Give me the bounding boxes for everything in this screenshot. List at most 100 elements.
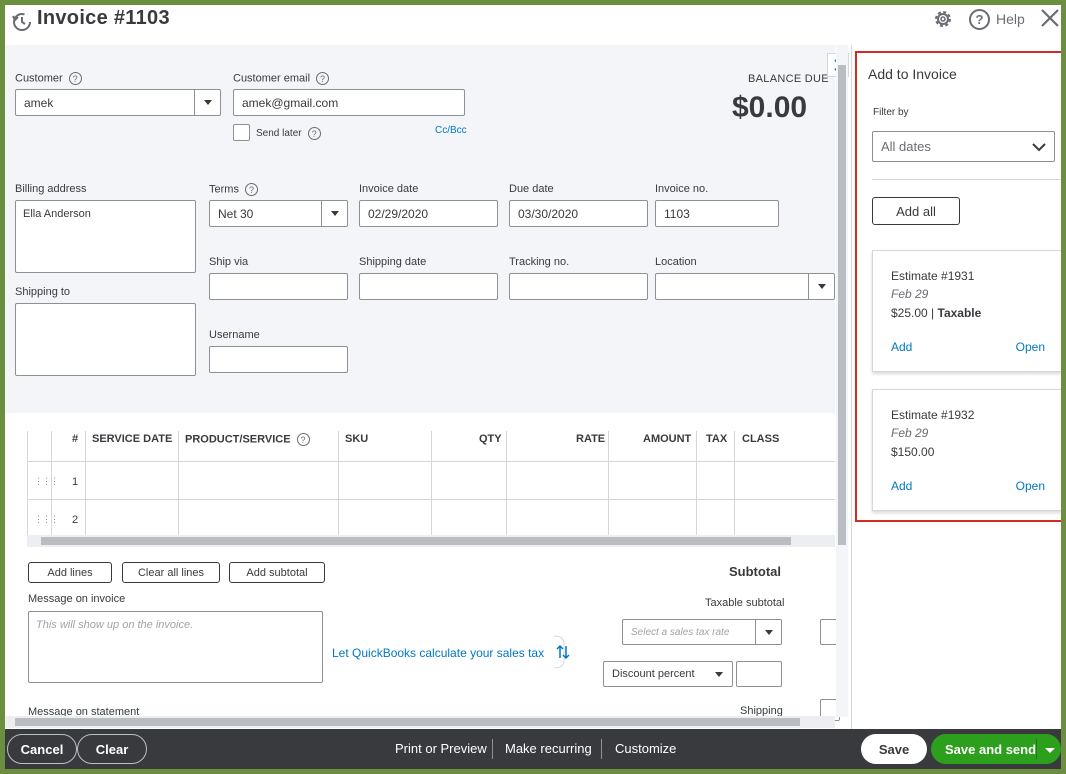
estimate-date: Feb 29: [891, 287, 929, 301]
message-on-invoice-field[interactable]: This will show up on the invoice.: [28, 611, 323, 683]
ship-via-field[interactable]: [209, 273, 348, 300]
subtotal-label: Subtotal: [729, 564, 781, 579]
column-divider: [506, 431, 507, 537]
chevron-down-icon[interactable]: [808, 274, 834, 299]
help-icon[interactable]: ?: [296, 433, 310, 446]
chevron-down-icon: [1032, 143, 1046, 152]
balance-due-label: BALANCE DUE: [748, 73, 829, 85]
chevron-down-icon[interactable]: [194, 90, 220, 115]
add-subtotal-button[interactable]: Add subtotal: [229, 562, 325, 583]
col-header-service-date: SERVICE DATE: [92, 433, 173, 445]
taxable-subtotal-label: Taxable subtotal: [705, 597, 785, 609]
open-estimate-link[interactable]: Open: [1016, 479, 1045, 493]
col-header-class: CLASS: [742, 433, 780, 445]
terms-value: Net 30: [218, 206, 254, 221]
cancel-button[interactable]: Cancel: [7, 734, 77, 764]
email-field[interactable]: amek@gmail.com: [233, 89, 465, 116]
scrollbar-thumb[interactable]: [41, 537, 791, 545]
help-icon: ?: [969, 8, 990, 30]
estimate-amount: $25.00 | Taxable: [891, 306, 982, 320]
customer-label: Customer?: [15, 72, 82, 85]
message-on-invoice-label: Message on invoice: [28, 593, 126, 605]
shipping-to-field[interactable]: [15, 303, 196, 376]
col-header-product-service: PRODUCT/SERVICE?: [185, 433, 310, 446]
customize-button[interactable]: Customize: [615, 741, 676, 756]
chevron-down-icon[interactable]: [706, 662, 732, 686]
billing-address-label: Billing address: [15, 183, 87, 195]
column-divider: [734, 431, 735, 537]
panel-divider: [872, 179, 1061, 180]
billing-address-value: Ella Anderson: [23, 208, 91, 220]
send-later-checkbox[interactable]: [233, 124, 250, 141]
add-estimate-link[interactable]: Add: [891, 340, 912, 354]
due-date-field[interactable]: 03/30/2020: [509, 200, 648, 227]
discount-type-value: Discount percent: [612, 668, 695, 680]
scrollbar-thumb[interactable]: [15, 718, 800, 726]
open-estimate-link[interactable]: Open: [1016, 340, 1045, 354]
sales-tax-rate-select[interactable]: Select a sales tax rate: [622, 619, 782, 645]
invoice-no-field[interactable]: 1103: [655, 200, 779, 227]
help-icon[interactable]: ?: [316, 72, 330, 85]
clear-all-lines-button[interactable]: Clear all lines: [122, 562, 220, 583]
invoice-date-field[interactable]: 02/29/2020: [359, 200, 498, 227]
ccbcc-link[interactable]: Cc/Bcc: [435, 125, 467, 136]
qb-calculate-tax-link[interactable]: Let QuickBooks calculate your sales tax: [332, 646, 544, 660]
col-header-qty: QTY: [479, 433, 502, 445]
customer-select[interactable]: amek: [15, 89, 221, 116]
add-estimate-link[interactable]: Add: [891, 479, 912, 493]
username-label: Username: [209, 329, 260, 341]
tracking-no-field[interactable]: [509, 273, 648, 300]
location-label: Location: [655, 256, 697, 268]
shipping-date-label: Shipping date: [359, 256, 427, 268]
help-icon[interactable]: ?: [68, 72, 82, 85]
page-title: Invoice #1103: [37, 7, 170, 29]
gear-icon[interactable]: [931, 7, 955, 31]
invoice-window: Invoice #1103 ? Help Customer? amek Cust…: [5, 5, 1061, 769]
help-icon[interactable]: ?: [307, 127, 321, 140]
table-scrollbar[interactable]: [27, 535, 835, 547]
estimate-card: Estimate #1931 Feb 29 $25.00 | Taxable A…: [872, 250, 1061, 372]
estimate-title: Estimate #1932: [891, 408, 975, 422]
discount-value-field[interactable]: [736, 661, 782, 687]
clear-button[interactable]: Clear: [77, 734, 147, 764]
terms-select[interactable]: Net 30: [209, 200, 348, 227]
discount-type-select[interactable]: Discount percent: [603, 661, 733, 687]
shipping-date-field[interactable]: [359, 273, 498, 300]
history-icon[interactable]: [11, 11, 33, 33]
column-divider: [27, 431, 28, 537]
filter-select[interactable]: All dates: [872, 131, 1055, 162]
customer-value: amek: [24, 95, 54, 110]
chevron-down-icon[interactable]: [755, 620, 781, 644]
chevron-down-icon[interactable]: [1045, 748, 1055, 753]
panel-title: Add to Invoice: [868, 66, 957, 82]
help-icon[interactable]: ?: [244, 183, 258, 196]
drag-handle-icon[interactable]: ⋮⋮⋮: [34, 514, 59, 525]
print-preview-button[interactable]: Print or Preview: [395, 741, 487, 756]
col-header-sku: SKU: [345, 433, 369, 445]
row-number: 2: [72, 514, 79, 526]
invoice-form: Customer? amek Customer email? amek@gmai…: [5, 45, 835, 413]
page-vertical-scrollbar[interactable]: [836, 45, 848, 717]
save-button[interactable]: Save: [861, 734, 927, 764]
billing-address-field[interactable]: Ella Anderson: [15, 200, 196, 273]
col-header-amount: AMOUNT: [643, 433, 692, 445]
add-all-button[interactable]: Add all: [872, 197, 960, 225]
chevron-down-icon[interactable]: [321, 201, 347, 226]
close-icon[interactable]: [1039, 7, 1061, 29]
username-field[interactable]: [209, 346, 348, 373]
line-items-table: # SERVICE DATE PRODUCT/SERVICE? SKU QTY …: [5, 413, 835, 543]
customer-email-label: Customer email?: [233, 72, 330, 85]
due-date-label: Due date: [509, 183, 554, 195]
help-button[interactable]: ? Help: [969, 7, 1025, 31]
location-select[interactable]: [655, 273, 835, 300]
footer-divider: [601, 739, 602, 759]
add-lines-button[interactable]: Add lines: [28, 562, 112, 583]
make-recurring-button[interactable]: Make recurring: [505, 741, 592, 756]
estimate-card: Estimate #1932 Feb 29 $150.00 Add Open: [872, 389, 1061, 511]
scrollbar-thumb[interactable]: [838, 65, 846, 545]
save-and-send-button[interactable]: Save and send: [931, 734, 1061, 764]
swap-icon[interactable]: [550, 634, 584, 670]
drag-handle-icon[interactable]: ⋮⋮⋮: [34, 476, 59, 487]
page-horizontal-scrollbar[interactable]: [5, 716, 835, 728]
invoice-bottom-section: Add lines Clear all lines Add subtotal S…: [5, 550, 840, 721]
